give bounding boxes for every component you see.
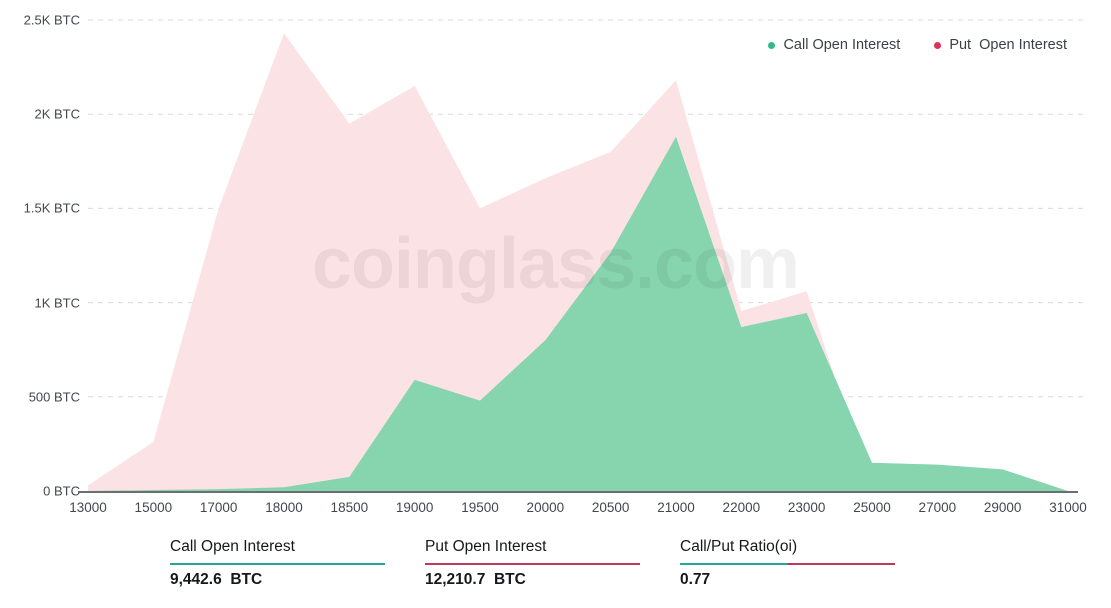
x-axis-tick-label: 20500	[591, 500, 630, 515]
chart-page: coinglass.com 0 BTC500 BTC1K BTC1.5K BTC…	[0, 0, 1111, 608]
x-axis-tick-label: 19000	[395, 500, 434, 515]
x-axis-tick-label: 20000	[526, 500, 565, 515]
x-axis-tick-label: 19500	[461, 500, 499, 515]
x-axis-tick-label: 31000	[1049, 500, 1087, 515]
stat-title: Call Open Interest	[170, 538, 295, 555]
x-axis-tick-label: 15000	[134, 500, 173, 515]
legend-item-put[interactable]: Put Open Interest	[934, 37, 1067, 53]
dot-icon	[768, 41, 776, 49]
stat-divider	[680, 563, 895, 565]
y-axis-tick-label: 0 BTC	[43, 483, 80, 499]
x-axis-tick-label: 23000	[787, 500, 826, 515]
stat-value: 0.77	[680, 571, 711, 588]
stat-title: Call/Put Ratio(oi)	[680, 538, 798, 555]
x-axis-tick-label: 25000	[853, 500, 891, 515]
dot-icon	[934, 41, 942, 49]
stat-put-open-interest: Put Open Interest 12,210.7 BTC	[425, 536, 680, 608]
stat-value: 9,442.6 BTC	[170, 571, 263, 588]
options-open-interest-chart[interactable]: coinglass.com 0 BTC500 BTC1K BTC1.5K BTC…	[0, 0, 1111, 525]
x-axis-tick-label: 22000	[722, 500, 761, 515]
stat-divider	[170, 563, 385, 565]
x-axis-tick-label: 18000	[265, 500, 303, 515]
x-axis-tick-label: 29000	[983, 500, 1022, 515]
y-axis-tick-label: 2K BTC	[34, 106, 80, 122]
x-axis-tick-label: 17000	[199, 500, 238, 515]
y-axis-tick-label: 500 BTC	[28, 389, 80, 405]
y-axis-tick-label: 2.5K BTC	[23, 12, 80, 28]
chart-canvas[interactable]	[0, 0, 1111, 525]
legend-item-call[interactable]: Call Open Interest	[768, 37, 900, 53]
stat-call-put-ratio: Call/Put Ratio(oi) 0.77	[680, 536, 935, 608]
stat-title: Put Open Interest	[425, 538, 547, 555]
y-axis-tick-label: 1.5K BTC	[23, 200, 80, 216]
x-axis-tick-label: 13000	[69, 500, 107, 515]
legend-label-put: Put Open Interest	[949, 37, 1067, 53]
legend-label-call: Call Open Interest	[783, 37, 901, 53]
x-axis-tick-label: 18500	[330, 500, 369, 515]
chart-legend[interactable]: Call Open Interest Put Open Interest	[768, 37, 1067, 53]
stat-value: 12,210.7 BTC	[425, 571, 526, 588]
summary-stats: Call Open Interest 9,442.6 BTC Put Open …	[0, 536, 1111, 608]
y-axis-tick-label: 1K BTC	[34, 295, 80, 311]
stat-call-open-interest: Call Open Interest 9,442.6 BTC	[170, 536, 425, 608]
x-axis-tick-label: 21000	[657, 500, 695, 515]
stat-divider	[425, 563, 640, 565]
x-axis-tick-label: 27000	[918, 500, 957, 515]
